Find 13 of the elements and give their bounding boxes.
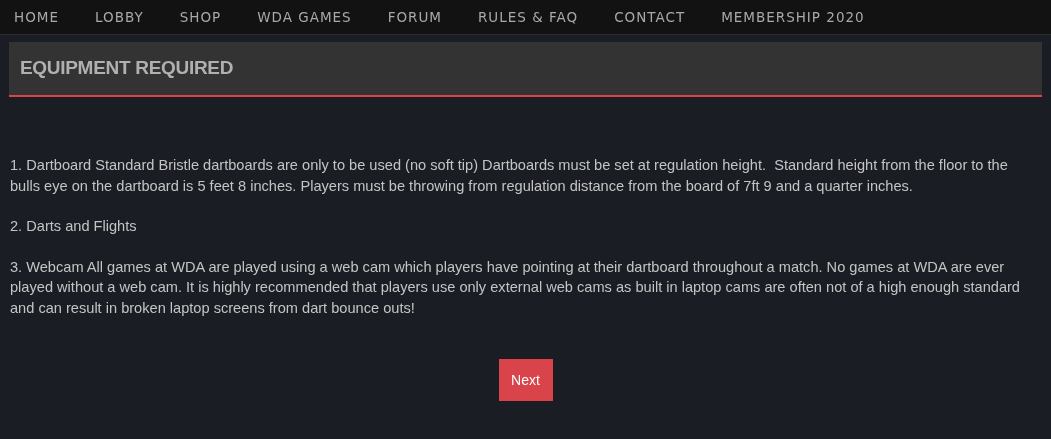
nav-link[interactable]: MEMBERSHIP 2020 xyxy=(721,6,865,28)
nav-link[interactable]: SHOP xyxy=(179,6,222,28)
paragraph: 2. Darts and Flights xyxy=(10,217,138,236)
next-button[interactable]: Next xyxy=(498,359,553,401)
panel-title: EQUIPMENT REQUIRED xyxy=(20,56,234,81)
paragraph: 1. Dartboard Standard Bristle dartboards are only to be used (no soft tip) Dartboards must be set at regulation height. Standard height from the floor to the bulls eye on the dartboard is 5 feet 8 inches. Players must be throwing from regulation distance from the board of 7ft 9 and a quarter inches. xyxy=(10,156,1009,196)
paragraph: 3. Webcam All games at WDA are played using a web cam which players have pointing at their dartboard throughout a match. No games at WDA are ever played without a web cam. It is highly recommended that players use only external web cams as built in laptop cams are often not of a high enough standard and can result in broken laptop screens from dart bounce outs! xyxy=(10,257,1021,318)
nav-link[interactable]: RULES & FAQ xyxy=(477,6,579,28)
nav-link[interactable]: HOME xyxy=(14,6,59,28)
nav-link[interactable]: CONTACT xyxy=(614,6,686,28)
nav-link[interactable]: LOBBY xyxy=(94,6,144,28)
nav-link[interactable]: FORUM xyxy=(387,6,442,28)
nav-link[interactable]: WDA GAMES xyxy=(257,6,352,28)
